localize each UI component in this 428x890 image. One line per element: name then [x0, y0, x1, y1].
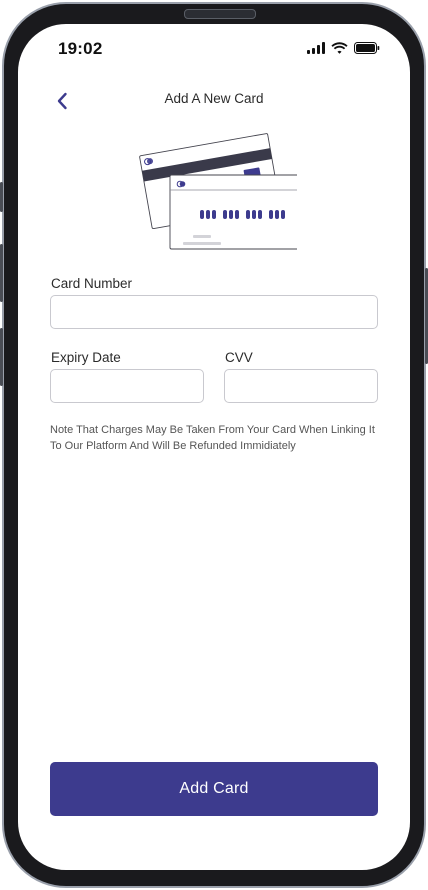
mute-switch	[0, 182, 3, 212]
expiry-date-input[interactable]	[50, 369, 204, 403]
signal-bars-icon	[307, 42, 325, 54]
front-card	[169, 174, 297, 250]
wifi-icon	[331, 42, 348, 54]
speaker-grille	[184, 9, 256, 19]
add-card-button[interactable]: Add Card	[50, 762, 378, 816]
card-number-input[interactable]	[50, 295, 378, 329]
cvv-label: CVV	[225, 350, 253, 365]
linking-charges-note: Note That Charges May Be Taken From Your…	[50, 424, 375, 452]
page-title: Add A New Card	[164, 91, 264, 106]
cvv-input[interactable]	[224, 369, 378, 403]
app-screen: 19:02 Add A New Card Card Number Expiry …	[18, 24, 410, 870]
status-time: 19:02	[58, 39, 103, 58]
credit-cards-illustration	[139, 133, 297, 250]
card-number-label: Card Number	[51, 276, 133, 291]
battery-icon	[354, 42, 380, 54]
expiry-date-label: Expiry Date	[51, 350, 121, 365]
header-bar: Add A New Card	[18, 86, 410, 114]
status-icons	[307, 42, 380, 54]
volume-down-button	[0, 328, 3, 386]
volume-up-button	[0, 244, 3, 302]
